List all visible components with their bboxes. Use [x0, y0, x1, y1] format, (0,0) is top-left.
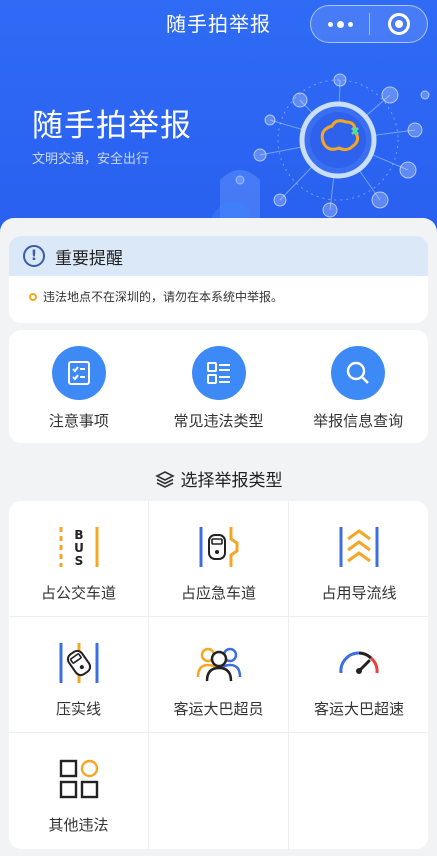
quick-action-label: 注意事项 — [48, 412, 109, 430]
diversion-line-icon — [339, 527, 379, 567]
solid-line-icon — [59, 643, 98, 683]
report-type-bus-lane[interactable]: B U S 占公交车道 — [9, 501, 149, 617]
section-title: 选择举报类型 — [180, 471, 283, 491]
bus-lane-icon: B U S — [59, 527, 98, 568]
main-content: ! 重要提醒 违法地点不在深圳的，请勿在本系统中举报。 注意事项 常见违法类型 … — [0, 218, 437, 856]
report-type-diversion-line[interactable]: 占用导流线 — [289, 501, 428, 617]
quick-action-label: 常见违法类型 — [173, 412, 264, 430]
checklist-icon — [51, 346, 106, 400]
svg-text:B: B — [74, 528, 83, 542]
report-type-solid-line[interactable]: 压实线 — [9, 617, 149, 733]
close-target-icon[interactable] — [370, 13, 427, 35]
empty-cell — [149, 733, 289, 849]
layers-icon — [154, 470, 175, 488]
quick-action-notes[interactable]: 注意事项 — [9, 330, 149, 443]
important-notice-card: ! 重要提醒 违法地点不在深圳的，请勿在本系统中举报。 — [9, 236, 428, 323]
report-type-label: 占用导流线 — [321, 584, 397, 602]
search-icon — [331, 346, 386, 400]
report-type-other[interactable]: 其他违法 — [9, 733, 149, 849]
grid-apps-icon — [59, 759, 98, 799]
svg-text:U: U — [74, 541, 84, 555]
report-type-label: 其他违法 — [48, 816, 109, 834]
report-type-bus-speeding[interactable]: 客运大巴超速 — [289, 617, 428, 733]
report-type-label: 占公交车道 — [40, 584, 116, 602]
bullet-icon — [29, 292, 37, 301]
report-type-label: 压实线 — [55, 700, 101, 718]
notice-header: ! 重要提醒 — [9, 236, 428, 276]
report-type-bus-overload[interactable]: 客运大巴超员 — [149, 617, 289, 733]
svg-text:S: S — [74, 554, 83, 568]
notice-body: 违法地点不在深圳的，请勿在本系统中举报。 — [9, 276, 428, 305]
info-icon: ! — [23, 245, 45, 267]
list-icon — [191, 346, 246, 400]
overload-passengers-icon — [196, 647, 241, 682]
section-heading: 选择举报类型 — [0, 466, 437, 491]
mini-program-capsule — [310, 5, 428, 43]
report-type-label: 客运大巴超员 — [173, 700, 264, 718]
notice-text: 违法地点不在深圳的，请勿在本系统中举报。 — [43, 290, 284, 304]
notice-title: 重要提醒 — [55, 248, 123, 269]
quick-action-report-query[interactable]: 举报信息查询 — [288, 330, 428, 443]
emergency-lane-icon — [199, 527, 238, 567]
report-type-emergency-lane[interactable]: 占应急车道 — [149, 501, 289, 617]
empty-cell — [289, 733, 428, 849]
hero-title: 随手拍举报 — [32, 108, 192, 144]
quick-actions: 注意事项 常见违法类型 举报信息查询 — [9, 330, 428, 443]
quick-action-violation-types[interactable]: 常见违法类型 — [149, 330, 289, 443]
quick-action-label: 举报信息查询 — [313, 412, 404, 430]
report-type-label: 客运大巴超速 — [313, 700, 404, 718]
header-banner: 随手拍举报 随手拍举报 文明交通，安全出行 — [0, 0, 437, 250]
report-type-grid: B U S 占公交车道 占应急车道 占用导流线 压实线 客运大巴超员 客运大巴超… — [9, 501, 428, 849]
speedometer-icon — [339, 651, 379, 674]
hero-subtitle: 文明交通，安全出行 — [32, 152, 150, 167]
more-menu-icon[interactable] — [311, 20, 369, 28]
report-type-label: 占应急车道 — [180, 584, 256, 602]
